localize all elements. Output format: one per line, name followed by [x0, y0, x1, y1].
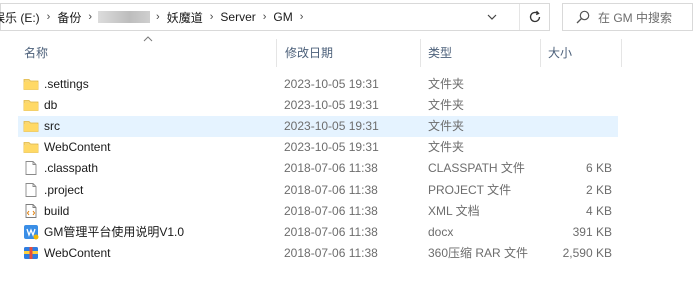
- file-type: 文件夹: [428, 77, 465, 91]
- search-input[interactable]: 在 GM 中搜索: [598, 9, 672, 26]
- column-header-row: 名称 修改日期 类型 大小: [0, 36, 693, 67]
- file-date: 2023-10-05 19:31: [284, 98, 379, 113]
- file-name: WebContent: [44, 140, 111, 155]
- file-icon: [23, 182, 39, 198]
- column-header-type[interactable]: 类型: [420, 39, 540, 67]
- docx-file-icon: [23, 224, 39, 240]
- file-name: GM管理平台使用说明V1.0: [44, 224, 185, 239]
- file-date: 2023-10-05 19:31: [284, 77, 379, 91]
- column-header-size[interactable]: 大小: [540, 39, 622, 67]
- column-header-name[interactable]: 名称: [0, 39, 276, 67]
- file-size: 2 KB: [585, 182, 612, 197]
- file-row-6[interactable]: build 2018-07-06 11:38 XML 文档 4 KB: [18, 201, 618, 222]
- file-name: .project: [44, 182, 84, 197]
- file-type: 文件夹: [428, 140, 465, 155]
- breadcrumb-separator-icon[interactable]: ›: [156, 11, 160, 23]
- file-row-8[interactable]: WebContent 2018-07-06 11:38 360压缩 RAR 文件…: [18, 243, 618, 264]
- file-name: build: [44, 203, 70, 218]
- file-date: 2023-10-05 19:31: [284, 140, 379, 155]
- xml-file-icon: [23, 203, 39, 219]
- chevron-down-icon[interactable]: [485, 9, 499, 25]
- file-type: PROJECT 文件: [428, 182, 512, 197]
- file-size: 391 KB: [572, 224, 612, 239]
- file-date: 2018-07-06 11:38: [284, 161, 378, 176]
- breadcrumb-separator-icon[interactable]: ›: [210, 11, 214, 23]
- file-name: .settings: [44, 77, 89, 91]
- folder-icon: [23, 76, 39, 92]
- file-date: 2023-10-05 19:31: [284, 119, 379, 134]
- file-date: 2018-07-06 11:38: [284, 245, 378, 260]
- file-row-3[interactable]: WebContent 2023-10-05 19:31 文件夹: [18, 137, 618, 158]
- breadcrumb-separator-icon[interactable]: ›: [47, 11, 51, 23]
- breadcrumb-server[interactable]: Server: [219, 10, 256, 24]
- folder-icon: [23, 118, 39, 134]
- file-type: 360压缩 RAR 文件: [428, 245, 529, 260]
- file-row-7[interactable]: GM管理平台使用说明V1.0 2018-07-06 11:38 docx 391…: [18, 222, 618, 243]
- search-icon: [576, 10, 590, 24]
- refresh-icon: [529, 10, 541, 23]
- file-row-0[interactable]: .settings 2023-10-05 19:31 文件夹: [18, 74, 618, 95]
- breadcrumb-backup[interactable]: 备份: [56, 9, 82, 26]
- breadcrumb-drive[interactable]: 娱乐 (E:): [0, 9, 41, 26]
- file-type: XML 文档: [428, 203, 480, 218]
- file-name: db: [44, 98, 58, 113]
- folder-icon: [23, 139, 39, 155]
- breadcrumb: 娱乐 (E:) › 备份 › › 妖魔道 › Server › GM ›: [0, 4, 309, 30]
- file-type: 文件夹: [428, 98, 465, 113]
- file-icon: [23, 160, 39, 176]
- search-box[interactable]: 在 GM 中搜索: [562, 3, 693, 31]
- file-date: 2018-07-06 11:38: [284, 182, 378, 197]
- address-bar[interactable]: 娱乐 (E:) › 备份 › › 妖魔道 › Server › GM ›: [0, 3, 550, 31]
- breadcrumb-yaomodao[interactable]: 妖魔道: [166, 9, 204, 26]
- file-name: src: [44, 119, 60, 134]
- breadcrumb-separator-icon[interactable]: ›: [88, 11, 92, 23]
- breadcrumb-separator-icon[interactable]: ›: [263, 11, 267, 23]
- refresh-button[interactable]: [519, 4, 550, 30]
- file-row-4[interactable]: .classpath 2018-07-06 11:38 CLASSPATH 文件…: [18, 158, 618, 179]
- file-row-5[interactable]: .project 2018-07-06 11:38 PROJECT 文件 2 K…: [18, 180, 618, 201]
- file-name: WebContent: [44, 245, 111, 260]
- file-name: .classpath: [44, 161, 99, 176]
- file-row-2[interactable]: src 2023-10-05 19:31 文件夹: [18, 116, 618, 138]
- file-type: 文件夹: [428, 119, 465, 134]
- file-row-1[interactable]: db 2023-10-05 19:31 文件夹: [18, 95, 618, 116]
- folder-icon: [23, 97, 39, 113]
- breadcrumb-redacted[interactable]: [98, 11, 151, 23]
- file-size: 4 KB: [585, 203, 612, 218]
- breadcrumb-gm[interactable]: GM: [272, 10, 293, 24]
- file-date: 2018-07-06 11:38: [284, 224, 378, 239]
- rar-archive-icon: [23, 245, 39, 261]
- file-size: 2,590 KB: [562, 245, 612, 260]
- file-size: 6 KB: [585, 161, 612, 176]
- column-header-date[interactable]: 修改日期: [276, 39, 420, 67]
- file-type: CLASSPATH 文件: [428, 161, 525, 176]
- breadcrumb-separator-icon[interactable]: ›: [300, 11, 304, 23]
- file-date: 2018-07-06 11:38: [284, 203, 378, 218]
- file-type: docx: [428, 224, 454, 239]
